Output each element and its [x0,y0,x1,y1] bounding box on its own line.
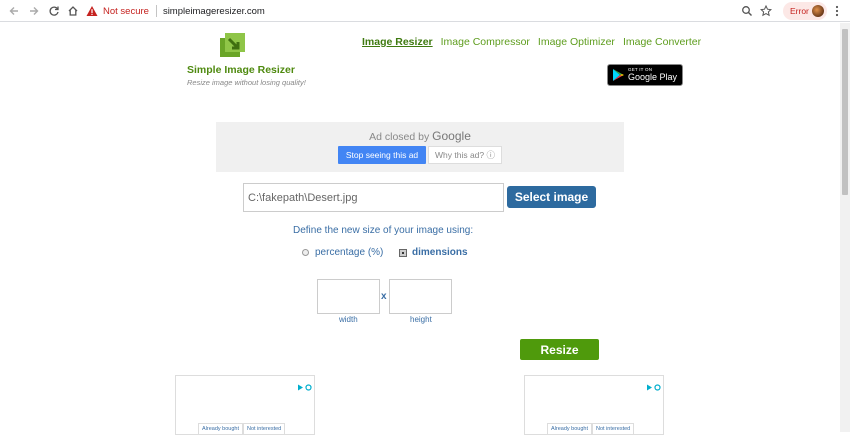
select-image-button[interactable]: Select image [507,186,596,208]
percentage-radio[interactable] [302,249,309,256]
profile-error-chip[interactable]: Error [783,2,827,20]
page-scrollbar[interactable] [840,23,850,432]
omnibox-divider [155,5,157,17]
percentage-label: percentage (%) [315,247,384,258]
nav-link-image-resizer[interactable]: Image Resizer [362,36,433,48]
badge-store-name: Google Play [628,71,678,82]
nav-link-image-optimizer[interactable]: Image Optimizer [538,36,615,48]
browser-toolbar: Not secure simpleimageresizer.com Error [0,0,850,22]
file-path-input[interactable]: C:\fakepath\Desert.jpg [243,183,504,212]
already-bought-link[interactable]: Already bought [547,423,592,434]
ad-closed-label: Ad closed by [369,131,430,143]
resize-prompt: Define the new size of your image using: [293,225,474,236]
scrollbar-thumb[interactable] [842,29,848,195]
already-bought-link[interactable]: Already bought [198,423,243,434]
width-input[interactable] [317,279,380,314]
adchoices-icon[interactable] [646,378,661,391]
logo-icon[interactable] [217,31,247,59]
ad-closed-text: Ad closed by Google [216,129,624,143]
ad-tile-left[interactable]: Already bought Not interested [175,375,315,435]
reload-icon[interactable] [46,3,62,19]
not-interested-link[interactable]: Not interested [592,423,635,434]
warning-icon [86,6,98,16]
why-this-ad-button[interactable]: Why this ad? ⓘ [428,146,502,164]
url-text: simpleimageresizer.com [162,5,265,17]
top-navigation: Image Resizer Image Compressor Image Opt… [362,36,701,48]
profile-avatar [812,5,824,17]
closed-ad-banner: Ad closed by Google Stop seeing this ad … [216,122,624,172]
resize-button[interactable]: Resize [520,339,599,360]
width-label: width [339,315,358,324]
bookmark-star-icon[interactable] [758,3,774,19]
back-arrow-icon[interactable] [6,3,22,19]
page-content: Simple Image Resizer Resize image withou… [0,23,840,435]
menu-kebab-icon[interactable] [829,3,845,19]
zoom-search-icon[interactable] [739,3,755,19]
error-chip-label: Error [790,6,809,16]
not-secure-label: Not secure [103,5,149,17]
not-interested-link[interactable]: Not interested [243,423,286,434]
home-icon[interactable] [65,3,81,19]
brand-title[interactable]: Simple Image Resizer [187,64,295,76]
dimensions-option[interactable]: dimensions [399,247,468,258]
dimensions-label: dimensions [412,247,468,258]
brand-tagline: Resize image without losing quality! [187,78,306,87]
percentage-option[interactable]: percentage (%) [302,247,383,258]
adchoices-icon[interactable] [297,378,312,391]
google-play-badge[interactable]: GET IT ON Google Play [607,64,683,86]
dimensions-checkbox[interactable] [399,248,407,257]
height-label: height [410,315,432,324]
ad-tile-right[interactable]: Already bought Not interested [524,375,664,435]
address-bar[interactable]: Not secure simpleimageresizer.com [86,2,780,20]
ad-provider: Google [432,129,471,143]
height-input[interactable] [389,279,452,314]
stop-seeing-ad-button[interactable]: Stop seeing this ad [338,146,426,164]
dimension-separator: x [381,291,387,302]
nav-link-image-converter[interactable]: Image Converter [623,36,701,48]
google-play-icon [613,69,624,81]
forward-arrow-icon[interactable] [26,3,42,19]
nav-link-image-compressor[interactable]: Image Compressor [441,36,530,48]
